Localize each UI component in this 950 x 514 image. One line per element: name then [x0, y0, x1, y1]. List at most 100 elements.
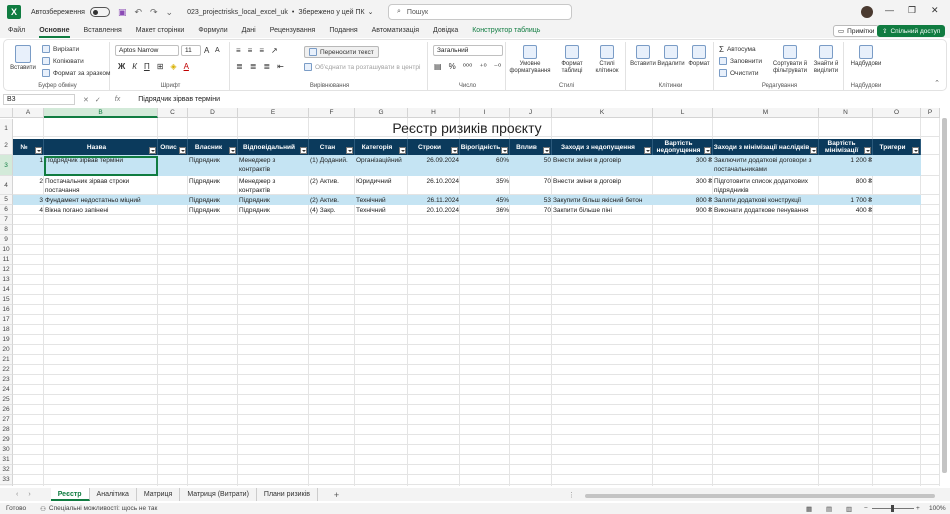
- accounting-icon[interactable]: ▤: [434, 62, 442, 71]
- row-header[interactable]: 20: [0, 345, 13, 355]
- zoom-in-icon[interactable]: +: [916, 505, 920, 512]
- minimize-icon[interactable]: —: [885, 5, 894, 15]
- table-cell[interactable]: Технічний: [355, 205, 408, 215]
- row-header[interactable]: 19: [0, 335, 13, 345]
- filter-dropdown-icon[interactable]: [229, 147, 236, 154]
- filter-dropdown-icon[interactable]: [644, 147, 651, 154]
- table-cell[interactable]: (2) Актив.: [309, 176, 355, 195]
- row-header[interactable]: 12: [0, 265, 13, 275]
- header-description[interactable]: Опис: [158, 139, 188, 155]
- table-cell[interactable]: Підрядник: [188, 155, 238, 176]
- cell-styles-button[interactable]: Стилі клітинок: [592, 45, 622, 75]
- percent-icon[interactable]: %: [449, 62, 456, 71]
- align-right-icon[interactable]: ≣: [263, 62, 270, 71]
- italic-icon[interactable]: К: [132, 62, 137, 71]
- table-cell[interactable]: Організаційний: [355, 155, 408, 176]
- format-painter-button[interactable]: Формат за зразком: [42, 69, 110, 77]
- sheet-tab-risk-plans[interactable]: Плани ризиків: [257, 488, 318, 501]
- sheet-tab-analytics[interactable]: Аналітика: [90, 488, 137, 501]
- autosave-toggle[interactable]: [89, 7, 110, 17]
- table-cell[interactable]: 36%: [460, 205, 510, 215]
- table-cell[interactable]: 300 ₴: [653, 176, 713, 195]
- header-prevention[interactable]: Заходи з недопущення: [552, 139, 653, 155]
- row-header[interactable]: 17: [0, 315, 13, 325]
- table-cell[interactable]: Підрядник: [188, 195, 238, 205]
- table-cell[interactable]: 1 700 ₴: [819, 195, 873, 205]
- vertical-scrollbar[interactable]: [942, 118, 947, 473]
- column-header[interactable]: I: [460, 108, 510, 118]
- table-cell[interactable]: 2: [13, 176, 44, 195]
- table-cell[interactable]: Вікна погано запінені: [44, 205, 158, 215]
- row-header[interactable]: 3: [0, 155, 13, 176]
- row-header[interactable]: 6: [0, 205, 13, 215]
- header-mitigation-cost[interactable]: Вартість мінімізації: [819, 139, 873, 155]
- accessibility-icon[interactable]: ⚇: [40, 505, 46, 513]
- column-header[interactable]: G: [355, 108, 408, 118]
- column-header[interactable]: K: [552, 108, 653, 118]
- column-header[interactable]: A: [13, 108, 44, 118]
- tab-review[interactable]: Рецензування: [263, 24, 323, 38]
- format-as-table-button[interactable]: Формат таблиці: [556, 45, 588, 75]
- table-cell[interactable]: 26.10.2024: [408, 176, 460, 195]
- row-header[interactable]: 16: [0, 305, 13, 315]
- table-cell[interactable]: 400 ₴: [819, 205, 873, 215]
- table-cell[interactable]: Внести зміни в договір: [552, 176, 653, 195]
- collapse-ribbon-icon[interactable]: ⌃: [934, 79, 940, 87]
- header-status[interactable]: Стан: [309, 139, 355, 155]
- worksheet-grid[interactable]: ABCDEFGHIJKLMNOP 1 2 3 4 5 6 7 8 9 10 11 12 13 14 15 16…: [0, 108, 940, 486]
- filter-dropdown-icon[interactable]: [149, 147, 156, 154]
- fill-button[interactable]: Заповнити: [719, 57, 762, 65]
- table-cell[interactable]: Менеджер з контрактів: [238, 176, 309, 195]
- table-cell[interactable]: 26.11.2024: [408, 195, 460, 205]
- align-center-icon[interactable]: ≣: [250, 62, 257, 71]
- zoom-level[interactable]: 100%: [929, 505, 946, 512]
- add-sheet-icon[interactable]: +: [334, 490, 339, 500]
- filter-dropdown-icon[interactable]: [543, 147, 550, 154]
- tab-insert[interactable]: Вставлення: [77, 24, 129, 38]
- accessibility-status[interactable]: Спеціальні можливості: щось не так: [49, 505, 157, 512]
- table-cell[interactable]: (1) Доданий.: [309, 155, 355, 176]
- number-format-select[interactable]: Загальний: [433, 45, 503, 56]
- row-header[interactable]: 32: [0, 465, 13, 475]
- header-dates[interactable]: Строки: [408, 139, 460, 155]
- column-header[interactable]: M: [713, 108, 819, 118]
- delete-cells-button[interactable]: Видалити: [657, 45, 685, 68]
- row-header[interactable]: 29: [0, 435, 13, 445]
- column-header[interactable]: J: [510, 108, 552, 118]
- filter-dropdown-icon[interactable]: [399, 147, 406, 154]
- select-all-corner[interactable]: [0, 108, 13, 118]
- table-cell[interactable]: Підрядник: [238, 195, 309, 205]
- close-icon[interactable]: ✕: [931, 5, 939, 16]
- save-status-chevron-icon[interactable]: ⌄: [368, 8, 374, 16]
- table-cell[interactable]: 50: [510, 155, 552, 176]
- name-box[interactable]: B3: [3, 94, 75, 105]
- table-cell[interactable]: Менеджер з контрактів: [238, 155, 309, 176]
- filter-dropdown-icon[interactable]: [704, 147, 711, 154]
- table-cell[interactable]: 800 ₴: [653, 195, 713, 205]
- table-cell[interactable]: 3: [13, 195, 44, 205]
- orientation-icon[interactable]: ↗: [271, 46, 278, 55]
- bold-icon[interactable]: Ж: [118, 62, 125, 71]
- filter-dropdown-icon[interactable]: [912, 147, 919, 154]
- table-cell[interactable]: 70: [510, 176, 552, 195]
- confirm-entry-icon[interactable]: ✓: [95, 96, 101, 104]
- table-cell[interactable]: 60%: [460, 155, 510, 176]
- table-cell[interactable]: Підрядник: [188, 205, 238, 215]
- tab-data[interactable]: Дані: [235, 24, 263, 38]
- row-header[interactable]: 18: [0, 325, 13, 335]
- copy-button[interactable]: Копіювати: [42, 57, 84, 65]
- insert-cells-button[interactable]: Вставити: [630, 45, 656, 68]
- sheet-tab-register[interactable]: Реєстр: [50, 488, 90, 501]
- clear-button[interactable]: Очистити: [719, 69, 759, 77]
- save-icon[interactable]: ▣: [118, 7, 127, 18]
- row-header[interactable]: 31: [0, 455, 13, 465]
- cancel-entry-icon[interactable]: ✕: [83, 96, 89, 104]
- row-header[interactable]: 33: [0, 475, 13, 485]
- row-header[interactable]: 28: [0, 425, 13, 435]
- paste-button[interactable]: Вставити: [10, 45, 36, 72]
- row-header[interactable]: 9: [0, 235, 13, 245]
- customize-qat-icon[interactable]: ⌄: [166, 7, 174, 18]
- restore-icon[interactable]: ❐: [908, 5, 916, 16]
- column-header[interactable]: D: [188, 108, 238, 118]
- underline-icon[interactable]: П: [144, 62, 150, 71]
